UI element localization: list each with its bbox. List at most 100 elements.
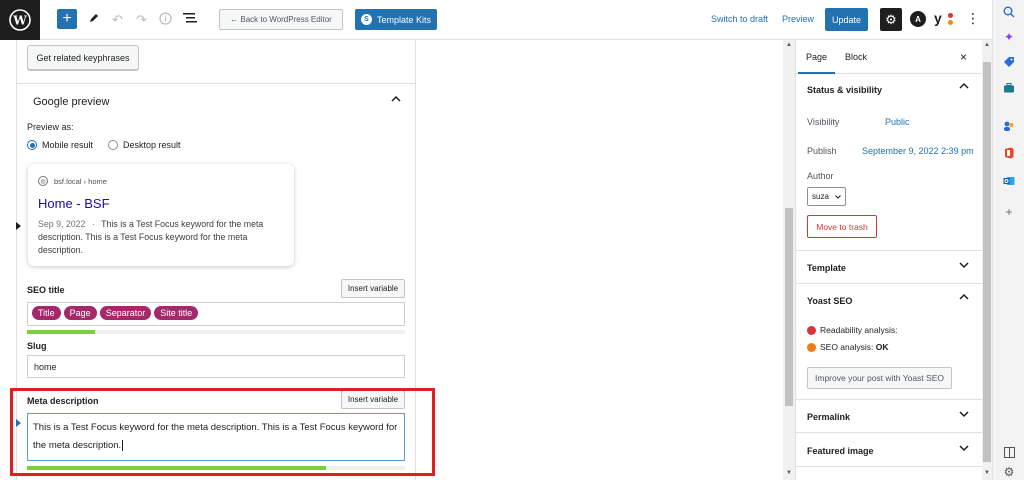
radio-checked-icon bbox=[27, 140, 37, 150]
browser-sidebar: ✦ + ⚙ bbox=[992, 0, 1024, 480]
seo-title-input[interactable]: Title Page Separator Site title bbox=[27, 302, 405, 326]
template-kits-logo-icon: S bbox=[360, 14, 372, 25]
serp-site-url: ◍ bsf.local › home bbox=[38, 176, 107, 186]
get-related-keyphrases-button[interactable]: Get related keyphrases bbox=[27, 45, 139, 70]
template-kits-button[interactable]: S Template Kits bbox=[355, 9, 437, 30]
yoast-seo-heading[interactable]: Yoast SEO bbox=[807, 296, 852, 306]
serp-breadcrumb: bsf.local › home bbox=[54, 176, 107, 186]
tab-page[interactable]: Page bbox=[797, 52, 836, 74]
serp-result-title: Home - BSF bbox=[38, 196, 110, 211]
seo-title-label: SEO title bbox=[27, 285, 65, 295]
publish-label: Publish bbox=[807, 146, 837, 156]
chevron-down-icon[interactable] bbox=[959, 261, 969, 272]
template-kits-label: Template Kits bbox=[376, 14, 432, 25]
featured-image-heading[interactable]: Featured image bbox=[807, 446, 874, 456]
people-icon[interactable] bbox=[1001, 118, 1017, 134]
add-block-button[interactable]: + bbox=[57, 9, 77, 29]
improve-with-yoast-button[interactable]: Improve your post with Yoast SEO bbox=[807, 367, 952, 389]
briefcase-icon[interactable] bbox=[1001, 80, 1017, 96]
yoast-seo-dot-icon bbox=[948, 20, 953, 25]
status-visibility-heading[interactable]: Status & visibility bbox=[807, 85, 882, 95]
settings-gear-icon[interactable]: ⚙ bbox=[1001, 464, 1017, 480]
preview-button[interactable]: Preview bbox=[782, 14, 814, 24]
slug-value: home bbox=[34, 362, 57, 372]
split-screen-icon[interactable] bbox=[1001, 444, 1017, 460]
scroll-up-icon[interactable]: ▲ bbox=[783, 42, 795, 48]
outlook-icon[interactable] bbox=[1001, 173, 1017, 189]
chevron-up-icon[interactable] bbox=[391, 95, 401, 106]
editor-toolbar: W + ↶ ↷ ← Back to WordPress Editor S Tem… bbox=[0, 0, 992, 40]
add-icon[interactable]: + bbox=[1001, 204, 1017, 220]
chevron-up-icon[interactable] bbox=[959, 82, 969, 93]
redo-icon[interactable]: ↷ bbox=[136, 12, 147, 28]
scrollbar-thumb[interactable] bbox=[983, 62, 991, 462]
permalink-heading[interactable]: Permalink bbox=[807, 412, 850, 422]
tag-icon[interactable] bbox=[1001, 54, 1017, 70]
publish-date-link[interactable]: September 9, 2022 2:39 pm bbox=[862, 146, 974, 156]
seo-analysis-label: SEO analysis: OK bbox=[820, 342, 889, 352]
caret-right-icon bbox=[16, 222, 21, 230]
office-icon[interactable] bbox=[1001, 145, 1017, 161]
search-icon[interactable] bbox=[1001, 4, 1017, 20]
seo-analysis-row[interactable]: SEO analysis: OK bbox=[807, 342, 889, 352]
settings-gear-icon[interactable]: ⚙ bbox=[880, 8, 902, 31]
author-label: Author bbox=[807, 171, 834, 181]
slug-input[interactable]: home bbox=[27, 355, 405, 378]
scroll-down-icon[interactable]: ▼ bbox=[982, 470, 992, 476]
google-serp-preview-card[interactable]: ◍ bsf.local › home Home - BSF Sep 9, 202… bbox=[28, 164, 294, 266]
yoast-readability-dot-icon bbox=[948, 13, 953, 18]
desktop-result-radio[interactable]: Desktop result bbox=[108, 140, 181, 150]
mobile-result-radio[interactable]: Mobile result bbox=[27, 140, 93, 150]
chevron-down-icon bbox=[835, 194, 841, 199]
desktop-result-label: Desktop result bbox=[123, 140, 181, 150]
move-to-trash-button[interactable]: Move to trash bbox=[807, 215, 877, 238]
undo-icon[interactable]: ↶ bbox=[112, 12, 123, 28]
switch-to-draft-button[interactable]: Switch to draft bbox=[711, 14, 768, 24]
back-to-wordpress-editor-button[interactable]: ← Back to WordPress Editor bbox=[219, 9, 343, 30]
sidebar-scrollbar[interactable]: ▲ ▼ bbox=[982, 40, 992, 480]
orange-face-icon bbox=[807, 342, 816, 352]
wordpress-logo-icon: W bbox=[9, 9, 31, 31]
chevron-up-icon[interactable] bbox=[959, 293, 969, 304]
wordpress-logo-icon[interactable]: W bbox=[0, 0, 40, 40]
mobile-result-label: Mobile result bbox=[42, 140, 94, 150]
readability-analysis-label: Readability analysis: bbox=[820, 325, 898, 335]
editor-scrollbar[interactable]: ▲ ▼ bbox=[783, 40, 795, 480]
google-preview-heading[interactable]: Google preview bbox=[33, 96, 109, 108]
pencil-icon[interactable] bbox=[88, 12, 100, 24]
scroll-up-icon[interactable]: ▲ bbox=[982, 42, 992, 48]
divider bbox=[796, 283, 983, 284]
sparkle-icon[interactable]: ✦ bbox=[1001, 29, 1017, 45]
list-view-icon[interactable] bbox=[183, 12, 197, 24]
progress-fill bbox=[27, 330, 96, 334]
scroll-down-icon[interactable]: ▼ bbox=[783, 470, 795, 476]
seo-title-length-progress bbox=[27, 330, 405, 334]
readability-analysis-row[interactable]: Readability analysis: bbox=[807, 325, 897, 335]
seo-title-insert-variable-button[interactable]: Insert variable bbox=[341, 279, 405, 298]
preview-as-label: Preview as: bbox=[27, 122, 74, 132]
snippet-variable-chip[interactable]: Site title bbox=[154, 306, 199, 320]
astra-icon[interactable]: A bbox=[910, 11, 926, 27]
serp-date-separator: · bbox=[91, 219, 95, 229]
chevron-down-icon[interactable] bbox=[959, 410, 969, 421]
close-icon[interactable]: × bbox=[960, 50, 967, 64]
snippet-variable-chip[interactable]: Title bbox=[32, 306, 61, 320]
template-heading[interactable]: Template bbox=[807, 263, 846, 273]
snippet-variable-chip[interactable]: Page bbox=[63, 306, 97, 320]
divider bbox=[796, 466, 983, 467]
more-options-icon[interactable]: ⋮ bbox=[966, 10, 980, 27]
update-button[interactable]: Update bbox=[825, 8, 868, 31]
chevron-down-icon[interactable] bbox=[959, 444, 969, 455]
yoast-letter: y bbox=[934, 10, 942, 26]
snippet-variable-chip[interactable]: Separator bbox=[99, 306, 152, 320]
author-select[interactable]: suza bbox=[807, 187, 846, 206]
serp-date: Sep 9, 2022 bbox=[38, 219, 86, 229]
scrollbar-thumb[interactable] bbox=[785, 208, 793, 406]
tab-block[interactable]: Block bbox=[845, 52, 867, 62]
sidebar-tabs: Page Block × bbox=[796, 40, 983, 74]
visibility-value-link[interactable]: Public bbox=[885, 117, 910, 127]
info-icon[interactable] bbox=[159, 12, 172, 25]
yoast-icon[interactable]: y bbox=[934, 10, 956, 30]
visibility-label: Visibility bbox=[807, 117, 840, 127]
slug-label: Slug bbox=[27, 341, 47, 351]
